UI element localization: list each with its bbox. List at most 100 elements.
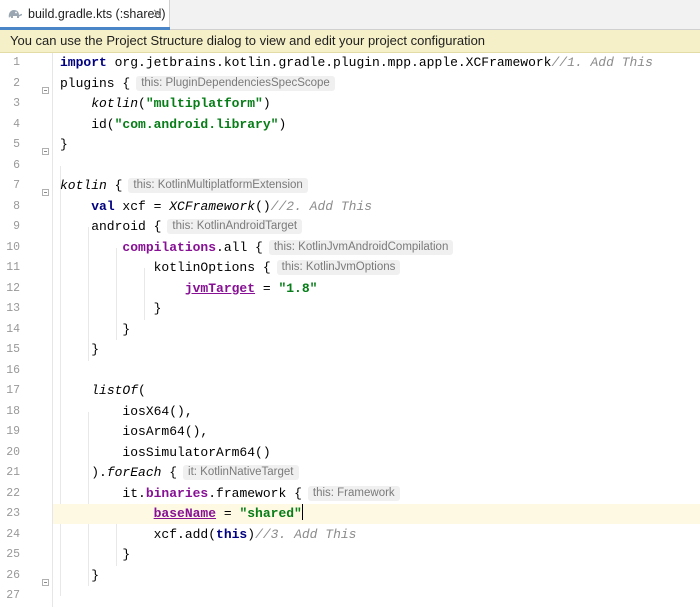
code-token: "1.8" xyxy=(278,280,318,296)
code-line[interactable]: val xcf = XCFramework()//2. Add This xyxy=(53,197,700,217)
code-line[interactable]: kotlin("multiplatform") xyxy=(53,94,700,114)
code-token: iosSimulatorArm64() xyxy=(60,444,271,460)
code-line[interactable]: import org.jetbrains.kotlin.gradle.plugi… xyxy=(53,53,700,73)
code-token: () xyxy=(255,198,271,214)
project-structure-notice: You can use the Project Structure dialog… xyxy=(0,30,700,53)
tab-label: build.gradle.kts (:shared) xyxy=(28,7,166,21)
fold-marker-icon[interactable] xyxy=(42,142,49,155)
code-line[interactable]: } xyxy=(53,320,700,340)
code-token: ( xyxy=(138,96,146,111)
code-token: compilations xyxy=(122,239,217,255)
code-line[interactable]: xcf.add(this)//3. Add This xyxy=(53,525,700,545)
code-line[interactable]: compilations.all { this: KotlinJvmAndroid… xyxy=(53,238,700,258)
code-token: } xyxy=(60,567,100,583)
code-token: ) xyxy=(278,116,287,132)
code-token: plugins { xyxy=(60,75,131,91)
code-token: XCFramework xyxy=(169,198,256,214)
line-number: 16 xyxy=(6,363,20,377)
line-number: 14 xyxy=(6,322,20,336)
code-token: id( xyxy=(60,116,115,132)
code-token: } xyxy=(60,547,131,562)
code-token: .all { xyxy=(216,239,263,255)
line-number: 21 xyxy=(6,466,20,479)
code-token: ( xyxy=(138,383,146,398)
code-line[interactable] xyxy=(53,361,700,381)
tab-build-gradle[interactable]: build.gradle.kts (:shared) ✕ xyxy=(0,0,170,30)
inlay-type-hint: it: KotlinNativeTarget xyxy=(183,465,299,480)
code-token: val xyxy=(91,198,115,214)
line-number: 18 xyxy=(6,404,20,418)
line-number: 3 xyxy=(13,97,20,110)
code-line[interactable] xyxy=(53,586,700,606)
code-line[interactable]: } xyxy=(53,566,700,586)
inlay-type-hint: this: KotlinAndroidTarget xyxy=(167,219,303,234)
code-token: = xyxy=(255,280,279,296)
code-line[interactable]: } xyxy=(53,299,700,319)
line-number: 8 xyxy=(13,199,20,213)
inlay-type-hint: this: KotlinMultiplatformExtension xyxy=(128,178,308,193)
code-line[interactable]: } xyxy=(53,545,700,565)
code-token: listOf xyxy=(91,383,139,398)
code-line[interactable]: listOf( xyxy=(53,381,700,401)
code-token: iosArm64(), xyxy=(60,424,209,439)
code-line[interactable]: plugins {this: PluginDependenciesSpecSco… xyxy=(53,74,700,94)
line-number: 25 xyxy=(6,548,20,561)
code-token: "shared" xyxy=(239,506,302,521)
line-number: 2 xyxy=(13,76,20,90)
line-number: 22 xyxy=(6,486,20,500)
code-line[interactable]: iosSimulatorArm64() xyxy=(53,443,700,463)
code-line[interactable]: id("com.android.library") xyxy=(53,115,700,135)
code-token: jvmTarget xyxy=(184,280,256,296)
line-number: 17 xyxy=(6,384,20,397)
line-number: 23 xyxy=(6,507,20,520)
code-line[interactable]: iosX64(), xyxy=(53,402,700,422)
code-token: import xyxy=(60,55,107,70)
code-token: xcf = xyxy=(114,198,170,214)
line-number: 6 xyxy=(13,158,20,172)
close-icon[interactable]: ✕ xyxy=(152,6,163,22)
line-number-gutter: 1 2 3 4 5 6 7 8 9 10 11 12 13 14 15 16 17 18 19 20 21 22 23 24 2… xyxy=(0,53,53,607)
code-line[interactable]: kotlinOptions {this: KotlinJvmOptions xyxy=(53,258,700,278)
code-token: android { xyxy=(60,219,162,234)
inlay-type-hint: this: Framework xyxy=(307,485,400,501)
code-line[interactable]: ).forEach {it: KotlinNativeTarget xyxy=(53,463,700,483)
text-caret xyxy=(301,504,304,520)
code-token: //3. Add This xyxy=(255,526,357,542)
fold-marker-icon[interactable] xyxy=(42,573,49,586)
gradle-elephant-icon xyxy=(6,6,24,22)
code-token: forEach xyxy=(106,465,162,480)
code-line[interactable]: iosArm64(), xyxy=(53,422,700,442)
line-number: 10 xyxy=(6,240,20,254)
line-number: 7 xyxy=(13,179,20,192)
code-token: .framework { xyxy=(208,485,302,501)
line-number: 12 xyxy=(6,281,20,295)
code-line[interactable]: android { this: KotlinAndroidTarget xyxy=(53,217,700,237)
fold-marker-icon[interactable] xyxy=(42,81,49,94)
code-line[interactable]: it.binaries.framework {this: Framework xyxy=(53,484,700,504)
line-number: 26 xyxy=(6,568,20,582)
inlay-type-hint: this: KotlinJvmAndroidCompilation xyxy=(268,239,454,255)
code-token: it. xyxy=(60,485,146,501)
code-line[interactable]: kotlin {this: KotlinMultiplatformExtensi… xyxy=(53,176,700,196)
code-token: //1. Add This xyxy=(551,55,653,70)
code-line[interactable]: jvmTarget = "1.8" xyxy=(53,279,700,299)
code-token: } xyxy=(60,342,100,357)
notice-text[interactable]: You can use the Project Structure dialog… xyxy=(10,33,485,48)
code-line[interactable]: } xyxy=(53,135,700,155)
code-token: "com.android.library" xyxy=(114,116,279,132)
code-token: //2. Add This xyxy=(270,198,373,214)
code-token: org.jetbrains.kotlin.gradle.plugin.mpp.a… xyxy=(106,55,552,70)
code-line[interactable] xyxy=(53,156,700,176)
fold-marker-icon[interactable] xyxy=(42,183,49,196)
code-line-current[interactable]: baseName = "shared" xyxy=(53,504,700,524)
code-token: kotlinOptions { xyxy=(60,260,271,275)
code-token: { xyxy=(106,178,123,193)
line-number: 20 xyxy=(6,445,20,459)
line-number: 27 xyxy=(6,589,20,602)
editor-tab-bar: build.gradle.kts (:shared) ✕ xyxy=(0,0,700,30)
code-editor[interactable]: import org.jetbrains.kotlin.gradle.plugi… xyxy=(53,53,700,607)
code-line[interactable]: } xyxy=(53,340,700,360)
